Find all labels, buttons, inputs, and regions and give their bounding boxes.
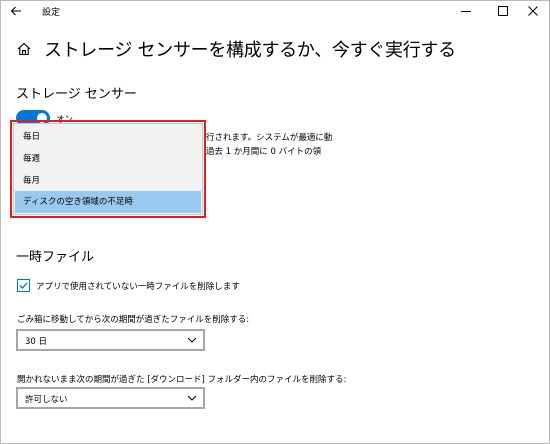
page-title: ストレージ センサーを構成するか、今すぐ実行する [44, 40, 456, 61]
highlight-annotation-box [10, 120, 206, 218]
home-icon [17, 41, 31, 56]
checkmark-icon [19, 282, 28, 289]
storage-sense-heading: ストレージ センサー [16, 87, 137, 102]
close-icon [528, 6, 538, 16]
downloads-period-select[interactable]: 許可しない [16, 387, 205, 409]
downloads-period-label: 開かれないまま次の期間が過ぎた [ダウンロード] フォルダー内のファイルを削除す… [17, 375, 347, 385]
downloads-period-value: 許可しない [25, 395, 68, 405]
maximize-button[interactable] [493, 2, 513, 20]
recycle-bin-period-select[interactable]: 30 日 [16, 329, 205, 351]
delete-unused-temp-files-label: アプリで使用されていない一時ファイルを削除します [36, 282, 240, 292]
close-button[interactable] [523, 2, 543, 20]
app-title: 設定 [42, 8, 61, 18]
minimize-button[interactable] [456, 2, 476, 20]
recycle-bin-period-value: 30 日 [25, 337, 48, 347]
chevron-down-icon [187, 395, 197, 401]
storage-sense-description-line1: 行されます。システムが最適に動 [206, 133, 333, 143]
minimize-icon [461, 11, 471, 12]
maximize-icon [498, 6, 508, 16]
chevron-down-icon [187, 337, 197, 343]
back-arrow-icon [10, 6, 21, 16]
recycle-bin-period-label: ごみ箱に移動してから次の期間が過ぎたファイルを削除する: [17, 315, 250, 325]
delete-unused-temp-files-checkbox[interactable] [17, 279, 30, 292]
back-button[interactable] [8, 3, 24, 19]
temp-files-heading: 一時ファイル [16, 250, 95, 265]
title-bar: 設定 [0, 0, 550, 24]
storage-sense-description-line2: 過去 1 か月間に 0 バイトの領 [206, 147, 322, 157]
